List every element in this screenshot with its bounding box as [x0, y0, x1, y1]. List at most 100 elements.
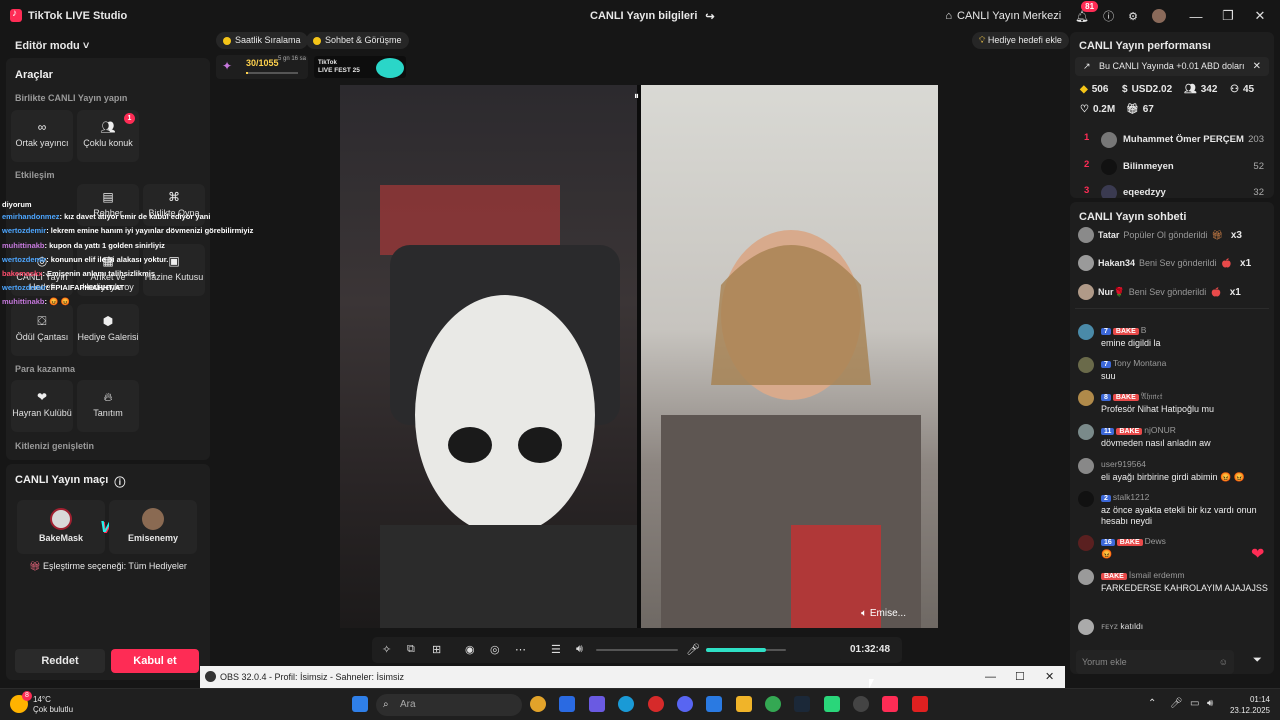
obs-window-titlebar[interactable]: OBS 32.0.4 - Profil: İsimsiz - Sahneler:…	[200, 666, 1065, 688]
microphone-icon[interactable]: 🎤︎	[1170, 698, 1183, 709]
steam-icon[interactable]	[794, 696, 810, 712]
host-video[interactable]	[340, 85, 637, 628]
level-badge: 11	[1101, 428, 1115, 435]
message-user: Tony Montana	[1112, 358, 1167, 368]
record-icon[interactable]: ◉	[465, 643, 475, 656]
close-icon[interactable]: ✕	[1253, 57, 1261, 76]
ranking-row[interactable]: 2 Bilinmeyen 52	[1084, 159, 1264, 177]
close-icon[interactable]: ✕	[1244, 8, 1276, 24]
speaker-icon[interactable]: 🔊︎	[1207, 698, 1213, 709]
goal-progress-bar	[246, 72, 298, 74]
live-preview-stage[interactable]: 🔈︎ Emise... ⏸	[340, 85, 938, 628]
youtube-icon[interactable]	[912, 696, 928, 712]
display-icon[interactable]: ▭	[1190, 698, 1199, 709]
layout-split-icon[interactable]: ⏸	[634, 91, 639, 102]
tool-multi-guest[interactable]: 1 👥︎ Çoklu konuk	[77, 110, 139, 162]
help-icon[interactable]: ⓘ	[114, 474, 125, 490]
chrome-icon[interactable]	[530, 696, 546, 712]
add-source-icon[interactable]: ⧉	[407, 643, 415, 656]
clock[interactable]: 01:14 23.12.2025	[1230, 694, 1270, 716]
avatar	[1078, 535, 1094, 551]
taskbar-search[interactable]: ⌕ Ara	[376, 694, 522, 716]
live-goal-widget[interactable]: ✦ 30/1055 5 gn 16 sa	[216, 55, 308, 79]
adjust-icon[interactable]: ☰	[551, 643, 561, 656]
fighter-left[interactable]: BakeMask	[17, 500, 105, 554]
overlay-user: bakemaskx	[2, 269, 43, 279]
editor-mode-dropdown[interactable]: Editör modu ˅	[15, 40, 89, 52]
home-icon: ⌂	[945, 10, 953, 22]
rank-number: 2	[1084, 159, 1090, 170]
chevron-up-icon[interactable]: ⌃	[1148, 698, 1156, 709]
chrome-alt-icon[interactable]	[765, 696, 781, 712]
help-button[interactable]: ⓘ	[1103, 8, 1114, 24]
comment-input[interactable]: Yorum ekle ☺	[1076, 650, 1234, 674]
accept-button[interactable]: Kabul et	[111, 649, 199, 673]
tool-co-host[interactable]: ∞ Ortak yayıncı	[11, 110, 73, 162]
share-icon[interactable]: ↪	[705, 10, 714, 23]
gift-icon: 🎁︎	[29, 561, 41, 571]
avatar	[1078, 357, 1094, 373]
close-icon[interactable]: ✕	[1045, 666, 1054, 688]
minimize-icon[interactable]: —	[1180, 9, 1212, 24]
obs-icon[interactable]	[853, 696, 869, 712]
shirt-shape	[380, 525, 637, 628]
overlay-text: : konunun elif ile bi alakası yoktur.	[46, 254, 169, 264]
hourly-ranking-pill[interactable]: Saatlik Sıralama	[216, 32, 308, 49]
profile-avatar[interactable]	[1152, 9, 1166, 23]
opera-icon[interactable]	[648, 696, 664, 712]
fighter-right[interactable]: Emisenemy	[109, 500, 197, 554]
chat-meet-pill[interactable]: Sohbet & Görüşme	[306, 32, 409, 49]
emoji-icon[interactable]: ☺	[1219, 650, 1228, 674]
tool-fan-club[interactable]: ❤ Hayran Kulübü	[11, 380, 73, 432]
discord-icon[interactable]	[677, 696, 693, 712]
volume-icon[interactable]: 🔊︎	[576, 643, 583, 656]
gift-goal-button[interactable]: 💡︎ Hediye hedefi ekle	[972, 32, 1069, 49]
gift-icon: 🎁︎	[1211, 229, 1223, 240]
ranking-row[interactable]: 1 Muhammet Ömer PERÇEM 203	[1084, 132, 1264, 150]
grow-audience-title[interactable]: Kitlenizi genişletin	[15, 441, 94, 451]
guest-video[interactable]: 🔈︎ Emise...	[641, 85, 938, 628]
message-text: emine digildi la	[1101, 338, 1161, 348]
reject-button[interactable]: Reddet	[15, 649, 105, 673]
live-center-button[interactable]: ⌂ CANLI Yayın Merkezi	[945, 10, 1061, 22]
minimize-icon[interactable]: —	[985, 666, 996, 688]
folder-icon[interactable]	[736, 696, 752, 712]
tool-reward-bag[interactable]: ⛋ Ödül Çantası	[11, 304, 73, 356]
tool-promote[interactable]: 🔥︎ Tanıtım	[77, 380, 139, 432]
edge-icon[interactable]	[618, 696, 634, 712]
message-text: FARKEDERSE KAHROLAYIM AJAJAJSS	[1101, 583, 1268, 593]
filter-icon[interactable]: ⏷	[1253, 654, 1262, 667]
level-badge: 8	[1101, 394, 1111, 401]
maximize-icon[interactable]: ❐	[1212, 8, 1244, 24]
app-icon[interactable]	[824, 696, 840, 712]
fan-badge: BAKE	[1112, 328, 1139, 335]
live-fest-banner[interactable]: TikTok LIVE FEST 25	[314, 56, 406, 78]
pairing-option[interactable]: 🎁︎ Eşleştirme seçeneği: Tüm Hediyeler	[6, 561, 210, 572]
magic-wand-icon[interactable]: ✧	[382, 643, 391, 656]
windows-start-icon[interactable]	[352, 696, 368, 712]
maximize-icon[interactable]: ☐	[1015, 666, 1025, 688]
camera-effect-icon[interactable]: ◎	[490, 643, 500, 656]
teams-icon[interactable]	[589, 696, 605, 712]
screen-icon[interactable]: ⊞	[432, 643, 441, 656]
rank-score: 203	[1248, 134, 1264, 145]
store-icon[interactable]	[559, 696, 575, 712]
tool-label: Çoklu konuk	[83, 138, 133, 148]
mail-icon[interactable]	[706, 696, 722, 712]
message-header: 11 BAKE njONUR	[1101, 425, 1176, 435]
tiktok-icon[interactable]	[882, 696, 898, 712]
microphone-icon[interactable]: 🎤︎	[686, 643, 700, 656]
notifications-button[interactable]: 🔔︎ 81	[1075, 0, 1099, 23]
avatar	[1101, 159, 1117, 175]
overlay-text: : Emişenin anlamı talihsizlikmiş	[42, 269, 155, 279]
guest-video-scene	[661, 230, 921, 628]
ranking-row[interactable]: 3 eqeedzyy 32	[1084, 185, 1264, 198]
live-info-title[interactable]: CANLI Yayın bilgileri ↪	[590, 10, 715, 23]
fest-mascot-icon	[376, 58, 404, 78]
volume-slider[interactable]	[596, 649, 678, 651]
collab-title: Birlikte CANLI Yayın yapın	[15, 93, 128, 103]
tool-gift-gallery[interactable]: ⬢ Hediye Galerisi	[77, 304, 139, 356]
settings-button[interactable]: ⚙	[1128, 10, 1138, 23]
level-badge: 7	[1101, 361, 1111, 368]
more-icon[interactable]: ⋯	[515, 643, 526, 656]
